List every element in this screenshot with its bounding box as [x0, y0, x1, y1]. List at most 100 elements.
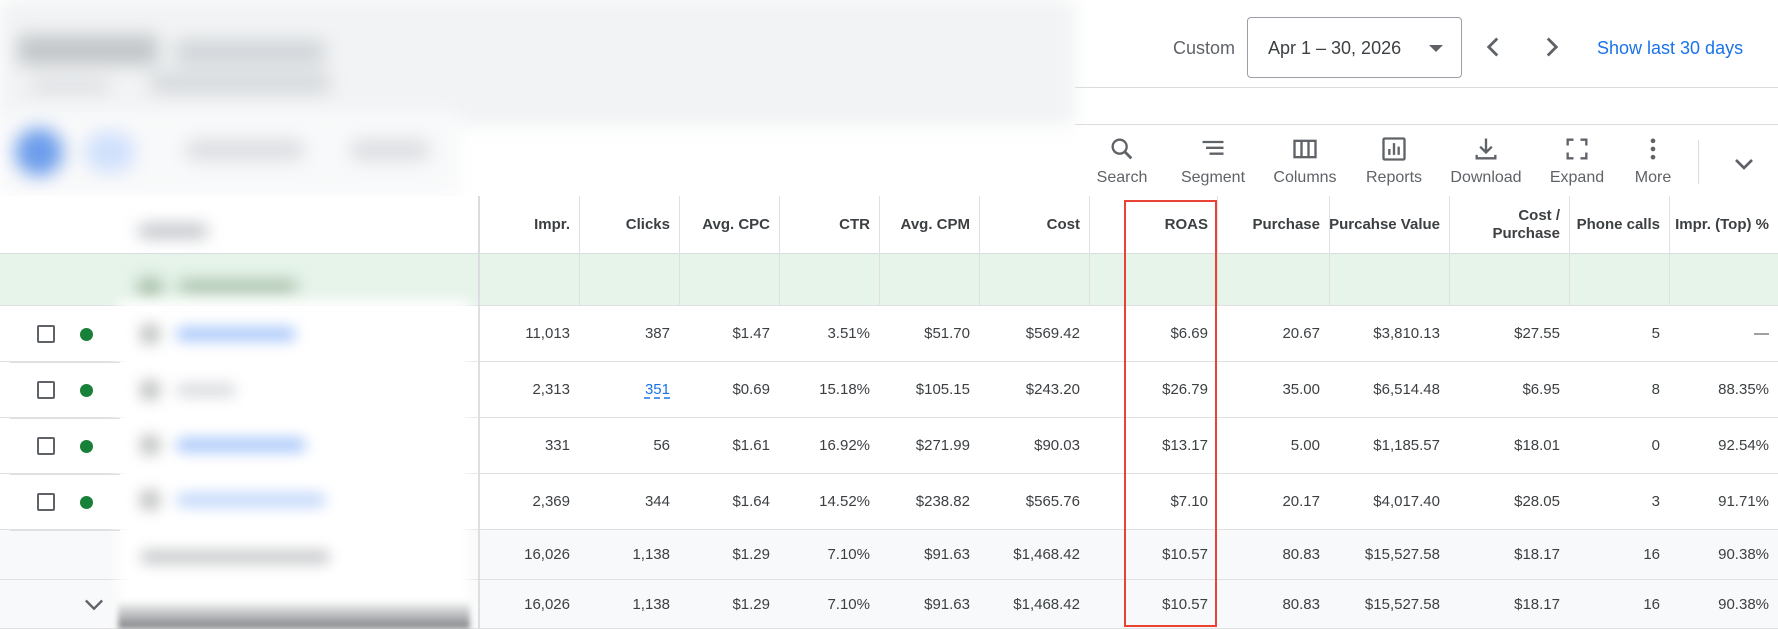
show-last-30-days-link[interactable]: Show last 30 days: [1597, 38, 1743, 59]
column-header[interactable]: Avg. CPC: [679, 196, 779, 254]
toolbar-more-button[interactable]: More: [1605, 135, 1701, 187]
column-divider: [1329, 196, 1330, 306]
toolbar-segment-button[interactable]: Segment: [1165, 135, 1261, 187]
table-cell: $1,185.57: [1373, 437, 1440, 454]
table-cell: 16: [1643, 595, 1660, 613]
segment-icon: [1202, 140, 1224, 155]
table-cell: $51.70: [924, 325, 970, 342]
toolbar-download-button[interactable]: Download: [1438, 135, 1534, 187]
column-header[interactable]: CTR: [779, 196, 879, 254]
search-icon: [1111, 138, 1133, 160]
table-cell: 16: [1643, 546, 1660, 563]
next-period-button[interactable]: [1535, 30, 1569, 64]
column-divider: [1217, 196, 1218, 306]
table-cell: 80.83: [1282, 546, 1320, 563]
table-cell: $90.03: [1034, 437, 1080, 454]
table-cell: $18.01: [1514, 437, 1560, 454]
table-cell: 11,013: [525, 325, 570, 342]
table-cell: 1,138: [632, 595, 670, 613]
table-cell: $13.17: [1162, 437, 1208, 454]
table-cell: 15.18%: [819, 381, 870, 398]
row-divider: [10, 474, 120, 475]
toolbar-divider: [1698, 140, 1699, 184]
column-header[interactable]: Impr.: [480, 196, 579, 254]
column-header[interactable]: Purcahse Value: [1329, 196, 1449, 254]
table-cell: $18.17: [1514, 595, 1560, 613]
table-cell: 90.38%: [1718, 546, 1769, 563]
table-cell: $7.10: [1170, 493, 1208, 510]
row-divider: [10, 362, 120, 363]
row-checkbox[interactable]: [37, 437, 55, 455]
dropdown-caret-icon: [1429, 45, 1443, 52]
table-cell: 1,138: [632, 546, 670, 563]
table-cell[interactable]: 351: [579, 362, 679, 417]
column-header[interactable]: Phone calls: [1569, 196, 1669, 254]
toolbar-columns-button[interactable]: Columns: [1257, 135, 1353, 187]
column-divider: [1669, 196, 1670, 306]
table-cell: $1.47: [732, 325, 770, 342]
previous-period-button[interactable]: [1476, 30, 1510, 64]
table-cell: 56: [653, 437, 670, 454]
column-header[interactable]: Clicks: [579, 196, 679, 254]
more-vert-icon: [1650, 138, 1656, 160]
column-divider: [579, 196, 580, 306]
collapse-toolbar-button[interactable]: [1728, 148, 1760, 180]
column-header[interactable]: Purchase: [1217, 196, 1329, 254]
date-range-select[interactable]: Apr 1 – 30, 2026: [1247, 17, 1462, 78]
table-cell: 20.67: [1282, 325, 1320, 342]
toolbar-label: Columns: [1273, 169, 1337, 186]
column-divider: [1449, 196, 1450, 306]
table-cell: 3: [1651, 493, 1660, 510]
table-cell: 0: [1651, 437, 1660, 454]
blurred-region: [118, 600, 470, 629]
divider: [1075, 87, 1778, 88]
table-cell: 16,026: [524, 595, 570, 613]
frozen-column-divider: [478, 196, 480, 629]
table-cell: 2,369: [532, 493, 570, 510]
toolbar-label: Download: [1450, 169, 1522, 186]
table-cell: —: [1754, 325, 1769, 342]
table-cell: 16,026: [524, 546, 570, 563]
column-divider: [779, 196, 780, 306]
table-cell: $1,468.42: [1013, 595, 1080, 613]
table-cell: $569.42: [1025, 325, 1080, 342]
column-header[interactable]: Avg. CPM: [879, 196, 979, 254]
chevron-down-icon: [1735, 159, 1753, 170]
expand-rows-button[interactable]: [80, 590, 108, 618]
table-cell: $565.76: [1025, 493, 1080, 510]
column-header[interactable]: Cost: [979, 196, 1089, 254]
row-checkbox[interactable]: [37, 381, 55, 399]
toolbar-reports-button[interactable]: Reports: [1346, 135, 1442, 187]
table-cell: 2,313: [532, 381, 570, 398]
row-checkbox[interactable]: [37, 325, 55, 343]
row-divider: [10, 418, 120, 419]
table-cell: $1.61: [732, 437, 770, 454]
table-cell: $1,468.42: [1013, 546, 1080, 563]
status-enabled-icon: [80, 328, 93, 341]
row-checkbox[interactable]: [37, 493, 55, 511]
toolbar-search-button[interactable]: Search: [1074, 135, 1170, 187]
table-cell: 16.92%: [819, 437, 870, 454]
date-range-value: Apr 1 – 30, 2026: [1268, 38, 1402, 58]
toolbar-label: Reports: [1365, 169, 1423, 186]
table-cell: $6.69: [1170, 325, 1208, 342]
table-cell: 14.52%: [819, 493, 870, 510]
table-cell: $10.57: [1162, 595, 1208, 613]
column-header[interactable]: Cost / Purchase: [1449, 196, 1569, 254]
toolbar-label: More: [1634, 169, 1672, 186]
table-cell: 7.10%: [827, 546, 870, 563]
table-cell: $1.64: [732, 493, 770, 510]
table-cell: $0.69: [732, 381, 770, 398]
toolbar-label: Segment: [1180, 169, 1246, 186]
chevron-right-icon: [1546, 37, 1559, 57]
table-cell: $27.55: [1514, 325, 1560, 342]
blurred-campaign-names: [118, 300, 470, 629]
status-enabled-icon: [80, 440, 93, 453]
column-header[interactable]: ROAS: [1089, 196, 1217, 254]
column-divider: [1089, 196, 1090, 306]
table-cell: 91.71%: [1718, 493, 1769, 510]
column-header[interactable]: Impr. (Top) %: [1669, 196, 1778, 254]
table-cell: $10.57: [1162, 546, 1208, 563]
chevron-left-icon: [1486, 37, 1499, 57]
table-cell: $1.29: [732, 546, 770, 563]
